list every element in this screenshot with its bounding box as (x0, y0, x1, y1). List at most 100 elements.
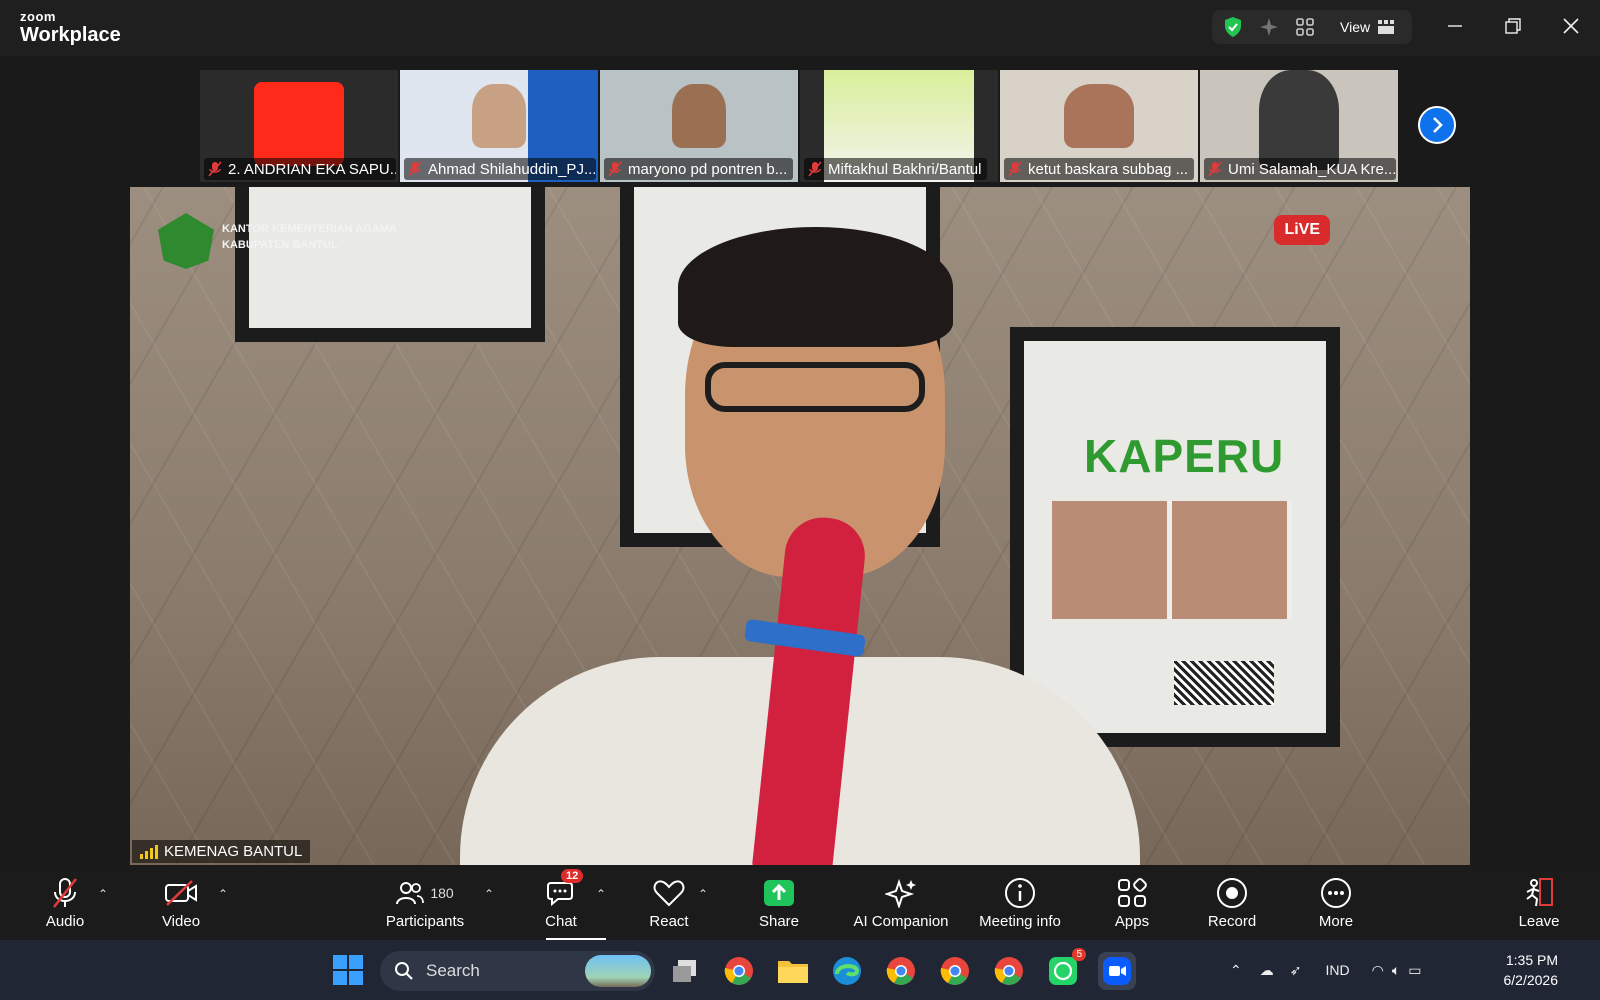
meeting-info-button[interactable]: Meeting info (974, 875, 1066, 935)
chat-icon (547, 882, 573, 907)
apps-button[interactable]: Apps (1110, 875, 1154, 935)
participant-tile[interactable]: Umi Salamah_KUA Kre... (1200, 70, 1398, 182)
participant-name: Umi Salamah_KUA Kre... (1204, 158, 1396, 180)
taskbar-search[interactable]: Search (380, 951, 655, 991)
search-placeholder: Search (426, 961, 480, 980)
speaker-glasses (705, 362, 925, 412)
restore-button[interactable] (1484, 0, 1542, 52)
video-button[interactable]: Video (156, 875, 206, 935)
chrome-profile-icon[interactable] (990, 952, 1028, 990)
chat-button[interactable]: 12 Chat (544, 869, 584, 935)
participant-video (672, 84, 726, 148)
participant-name: ketut baskara subbag ... (1004, 158, 1195, 180)
show-hidden-icons-button[interactable]: ⌃ (1230, 962, 1242, 979)
record-button[interactable]: Record (1206, 875, 1258, 935)
poster-frame-left (235, 187, 545, 342)
ai-companion-label: AI Companion (853, 913, 949, 930)
participants-options-caret[interactable]: ⌃ (484, 887, 494, 901)
qr-code (1174, 661, 1274, 705)
participant-name-text: ketut baskara subbag ... (1028, 160, 1189, 178)
poster-title: KAPERU (1084, 430, 1285, 482)
location-icon[interactable]: ➶ (1290, 962, 1302, 979)
active-speaker-video: KAPERU KANTOR KEMENTERIAN AGAMA KABUPATE… (130, 187, 1470, 865)
office-name-line1: KANTOR KEMENTERIAN AGAMA (222, 223, 397, 235)
brand-big: Workplace (20, 24, 121, 46)
office-name-line2: KABUPATEN BANTUL (222, 239, 338, 251)
participant-tile[interactable]: maryono pd pontren b... (600, 70, 798, 182)
mic-muted-icon (608, 161, 622, 177)
video-options-caret[interactable]: ⌃ (218, 887, 228, 901)
participant-video (1259, 70, 1339, 170)
info-icon (1004, 875, 1036, 911)
video-off-icon (164, 875, 198, 911)
participant-tile[interactable]: ketut baskara subbag ... (1000, 70, 1198, 182)
participant-video (254, 82, 344, 166)
participant-name-text: Miftakhul Bakhri/Bantul (828, 160, 982, 178)
shield-icon[interactable] (1222, 16, 1244, 38)
mic-muted-icon (808, 161, 822, 177)
poster-photos (1052, 501, 1292, 619)
react-button[interactable]: React (646, 875, 692, 935)
more-button[interactable]: More (1314, 875, 1358, 935)
share-button[interactable]: Share (756, 875, 802, 935)
wifi-icon[interactable]: ◠ (1372, 962, 1384, 979)
next-page-button[interactable] (1418, 106, 1456, 144)
participant-tile[interactable]: 2. ANDRIAN EKA SAPU... (200, 70, 398, 182)
heart-icon (653, 875, 685, 911)
mic-muted-icon (1208, 161, 1222, 177)
windows-start-icon[interactable] (333, 955, 363, 985)
close-button[interactable] (1542, 0, 1600, 52)
view-button[interactable]: View (1340, 19, 1395, 35)
chrome-icon[interactable] (720, 952, 758, 990)
record-icon (1216, 875, 1248, 911)
more-icon (1320, 875, 1352, 911)
participants-count: 180 (430, 885, 454, 901)
participants-label: Participants (385, 913, 465, 930)
participant-tile[interactable]: Miftakhul Bakhri/Bantul (800, 70, 998, 182)
window-controls (1426, 0, 1600, 52)
brand-small: zoom (20, 9, 56, 24)
participant-name-text: maryono pd pontren b... (628, 160, 788, 178)
close-icon (1563, 18, 1579, 34)
whatsapp-icon[interactable]: 5 (1044, 948, 1086, 990)
participants-button[interactable]: 180 Participants (380, 875, 470, 935)
ai-sparkle-icon (885, 875, 917, 911)
apps-label: Apps (1114, 913, 1150, 930)
participants-icon-wrap: 180 (396, 875, 454, 911)
mic-muted-icon (408, 161, 422, 177)
taskbar-clock[interactable]: 1:35 PM 6/2/2026 (1504, 950, 1559, 990)
onedrive-icon[interactable]: ☁ (1260, 962, 1274, 979)
edge-icon[interactable] (828, 952, 866, 990)
clock-time: 1:35 PM (1505, 952, 1558, 968)
ai-companion-button[interactable]: AI Companion (850, 875, 952, 935)
file-explorer-icon[interactable] (774, 952, 812, 990)
chrome-profile-icon[interactable] (882, 952, 920, 990)
view-label: View (1340, 19, 1371, 35)
participant-video (1064, 84, 1134, 148)
chat-label: Chat (545, 913, 577, 930)
react-options-caret[interactable]: ⌃ (698, 887, 708, 901)
audio-button[interactable]: Audio (40, 875, 90, 935)
chat-options-caret[interactable]: ⌃ (596, 887, 606, 901)
battery-icon[interactable]: ▭ (1408, 962, 1421, 979)
leave-button[interactable]: Leave (1516, 875, 1562, 935)
chevron-right-icon (1433, 117, 1443, 133)
participant-name: Miftakhul Bakhri/Bantul (804, 158, 988, 180)
mic-muted-icon (208, 161, 222, 177)
zoom-taskbar-icon[interactable] (1098, 952, 1136, 990)
live-badge: LiVE (1274, 215, 1330, 245)
language-indicator[interactable]: IND (1325, 962, 1349, 978)
meeting-top-controls: View (1212, 10, 1412, 44)
meeting-info-label: Meeting info (979, 913, 1061, 930)
office-name: KANTOR KEMENTERIAN AGAMA KABUPATEN BANTU… (222, 221, 397, 253)
sparkle-icon[interactable] (1258, 16, 1280, 38)
participant-tile[interactable]: Ahmad Shilahuddin_PJ... (400, 70, 598, 182)
share-label: Share (758, 913, 800, 930)
minimize-button[interactable] (1426, 0, 1484, 52)
chrome-profile-icon[interactable] (936, 952, 974, 990)
video-label: Video (161, 913, 201, 930)
task-view-icon[interactable] (666, 952, 704, 990)
grid-apps-icon[interactable] (1294, 16, 1316, 38)
audio-options-caret[interactable]: ⌃ (98, 887, 108, 901)
volume-icon[interactable]: 🔈︎ (1392, 962, 1400, 979)
